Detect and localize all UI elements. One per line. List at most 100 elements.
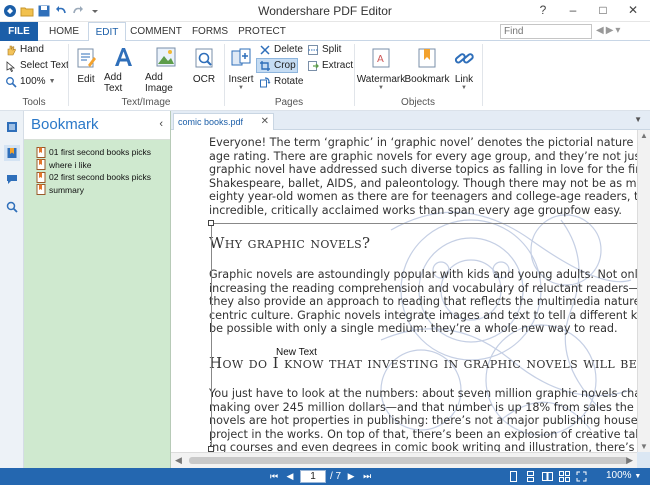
- pages-panel-icon[interactable]: [4, 119, 20, 135]
- new-text-label[interactable]: New Text: [276, 347, 317, 358]
- insert-page-icon: [228, 45, 254, 71]
- help-button[interactable]: ?: [528, 0, 558, 20]
- zoom-dropdown[interactable]: 100% ▼: [2, 74, 58, 89]
- bookmark-item[interactable]: summary: [36, 184, 151, 196]
- link-icon: [451, 45, 477, 71]
- split-icon: [306, 43, 319, 56]
- window-controls: ? – □ ✕: [528, 0, 648, 20]
- tab-file[interactable]: FILE: [0, 22, 38, 41]
- edit-button[interactable]: Edit: [72, 43, 100, 93]
- vertical-scrollbar[interactable]: ▲ ▼: [637, 130, 650, 452]
- pdf-page-view[interactable]: Everyone! The term ‘graphic’ in ‘graphic…: [171, 130, 637, 452]
- crop-handle-top-left[interactable]: [208, 220, 214, 226]
- group-label-text-image: Text/Image: [121, 97, 171, 108]
- single-page-view-icon[interactable]: [507, 470, 520, 483]
- first-page-icon[interactable]: ⏮: [268, 471, 280, 483]
- app-logo-icon[interactable]: [2, 3, 18, 19]
- document-tab-label: comic books.pdf: [178, 117, 244, 127]
- hand-icon: [4, 43, 17, 56]
- tab-forms[interactable]: FORMS: [186, 22, 234, 41]
- scroll-left-icon[interactable]: ◀: [175, 455, 182, 466]
- insert-page-button[interactable]: Insert ▼: [228, 43, 254, 93]
- horizontal-scrollbar[interactable]: ◀ ▶: [171, 452, 637, 468]
- bookmark-panel-icon[interactable]: [4, 145, 20, 161]
- undo-icon[interactable]: [53, 3, 69, 19]
- close-tab-icon[interactable]: ✕: [261, 116, 269, 127]
- search-panel-icon[interactable]: [4, 199, 20, 215]
- add-image-button[interactable]: Add Image: [145, 43, 187, 94]
- chevron-down-icon: ▼: [238, 85, 244, 91]
- watermark-icon: A: [368, 45, 394, 71]
- total-pages: / 7: [330, 471, 342, 482]
- ocr-icon: [191, 45, 217, 71]
- redo-icon[interactable]: [70, 3, 86, 19]
- crop-selection-box[interactable]: [211, 223, 637, 452]
- search-input[interactable]: [500, 24, 592, 39]
- tab-edit[interactable]: EDIT: [88, 22, 126, 42]
- scroll-down-icon[interactable]: ▼: [640, 442, 648, 451]
- split-button[interactable]: Split: [304, 42, 343, 57]
- ocr-button[interactable]: OCR: [192, 43, 216, 93]
- watermark-button[interactable]: A Watermark ▼: [357, 43, 405, 93]
- link-button[interactable]: Link ▼: [451, 43, 477, 93]
- scroll-right-icon[interactable]: ▶: [626, 455, 633, 466]
- crop-page-button[interactable]: Crop: [256, 58, 298, 73]
- page-navigation: ⏮ ◀ / 7 ▶ ⏭: [268, 470, 373, 483]
- horizontal-scroll-thumb[interactable]: [189, 457, 629, 464]
- ribbon-separator: [482, 44, 483, 106]
- chevron-down-icon: ▼: [461, 85, 467, 91]
- save-icon[interactable]: [36, 3, 52, 19]
- group-label-tools: Tools: [22, 97, 46, 108]
- quick-access-toolbar: [2, 3, 103, 19]
- search-navigation: ◀ ▶ ▾: [596, 25, 620, 36]
- tab-list-icon[interactable]: ▼: [634, 115, 642, 124]
- fit-page-icon[interactable]: [575, 470, 588, 483]
- bookmark-item-icon: [36, 184, 46, 195]
- hand-tool-button[interactable]: Hand: [2, 42, 46, 57]
- collapse-panel-icon[interactable]: ‹: [159, 118, 163, 130]
- scroll-up-icon[interactable]: ▲: [640, 131, 648, 140]
- delete-x-icon: [258, 43, 271, 56]
- prev-page-icon[interactable]: ◀: [284, 471, 296, 483]
- facing-view-icon[interactable]: [541, 470, 554, 483]
- paragraph-intro: Everyone! The term ‘graphic’ in ‘graphic…: [209, 136, 637, 217]
- delete-page-button[interactable]: Delete: [256, 42, 305, 57]
- bookmark-item-icon: [36, 159, 46, 170]
- rotate-page-button[interactable]: Rotate: [256, 74, 305, 89]
- restore-button[interactable]: □: [588, 0, 618, 20]
- search-next-icon[interactable]: ▶: [606, 25, 614, 36]
- facing-continuous-view-icon[interactable]: [558, 470, 571, 483]
- bookmark-item[interactable]: 01 first second books picks: [36, 146, 151, 158]
- search-options-icon[interactable]: ▾: [615, 25, 620, 36]
- bookmark-button[interactable]: Bookmark: [405, 43, 450, 93]
- zoom-level-dropdown[interactable]: 100% ▼: [606, 470, 641, 481]
- document-tab[interactable]: comic books.pdf ✕: [173, 113, 274, 130]
- bookmark-panel-header: Bookmark ‹: [24, 111, 170, 140]
- tab-protect[interactable]: PROTECT: [236, 22, 288, 41]
- extract-button[interactable]: Extract: [304, 58, 355, 73]
- extract-icon: [306, 59, 319, 72]
- tab-comment[interactable]: COMMENT: [128, 22, 184, 41]
- group-label-pages: Pages: [274, 97, 304, 108]
- tab-home[interactable]: HOME: [42, 22, 86, 41]
- continuous-view-icon[interactable]: [524, 470, 537, 483]
- last-page-icon[interactable]: ⏭: [361, 471, 373, 483]
- minimize-button[interactable]: –: [558, 0, 588, 20]
- bookmark-icon: [414, 45, 440, 71]
- open-folder-icon[interactable]: [19, 3, 35, 19]
- side-panel-strip: [0, 111, 24, 468]
- close-button[interactable]: ✕: [618, 0, 648, 20]
- group-label-objects: Objects: [401, 97, 435, 108]
- magnifier-icon: [4, 75, 17, 88]
- document-tab-bar: comic books.pdf ✕ ▼: [171, 111, 650, 130]
- next-page-icon[interactable]: ▶: [345, 471, 357, 483]
- current-page-input[interactable]: [300, 470, 326, 483]
- add-image-icon: [153, 45, 179, 69]
- bookmark-item[interactable]: where i like: [36, 159, 151, 171]
- select-text-button[interactable]: Select Text: [2, 58, 71, 73]
- comments-panel-icon[interactable]: [4, 171, 20, 187]
- add-text-button[interactable]: Add Text: [104, 43, 142, 94]
- bookmark-item[interactable]: 02 first second books picks: [36, 171, 151, 183]
- customize-toolbar-icon[interactable]: [87, 3, 103, 19]
- search-prev-icon[interactable]: ◀: [596, 25, 604, 36]
